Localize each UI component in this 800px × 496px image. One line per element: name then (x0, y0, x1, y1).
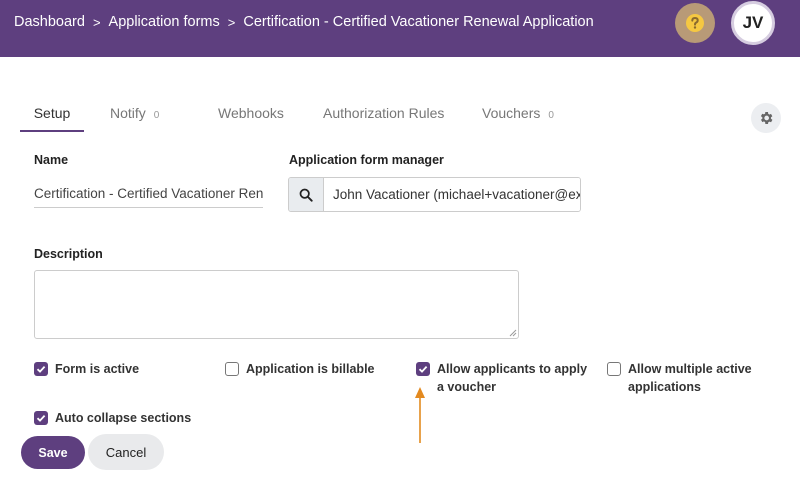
help-button[interactable] (675, 3, 715, 43)
checkbox-auto-collapse-sections[interactable]: Auto collapse sections (34, 409, 191, 427)
checkmark-icon (418, 365, 428, 373)
checkbox-auto-collapse-sections-label: Auto collapse sections (55, 411, 192, 425)
breadcrumb-current-form: Certification - Certified Vacationer Ren… (243, 14, 594, 30)
resize-handle-icon[interactable] (509, 329, 517, 337)
checkbox-allow-voucher[interactable]: Allow applicants to apply a voucher (416, 360, 596, 396)
application-form-manager-field (288, 177, 581, 212)
chevron-right-icon: > (227, 14, 236, 30)
tab-vouchers[interactable]: Vouchers 0 (482, 98, 582, 132)
save-button[interactable]: Save (21, 436, 85, 469)
tab-notify[interactable]: Notify 0 (110, 98, 200, 132)
tab-vouchers-count: 0 (548, 110, 554, 121)
settings-button[interactable] (751, 103, 781, 133)
checkbox-application-is-billable-label: Application is billable (246, 362, 375, 376)
checkbox-unchecked-icon[interactable] (225, 362, 239, 376)
tab-setup-label: Setup (33, 105, 71, 121)
top-navigation-bar: Dashboard > Application forms > Certific… (0, 0, 800, 57)
breadcrumb-application-forms[interactable]: Application forms (109, 14, 220, 30)
tab-setup[interactable]: Setup (20, 98, 84, 132)
annotation-arrow-icon (415, 387, 425, 443)
checkbox-unchecked-icon[interactable] (607, 362, 621, 376)
breadcrumb-dashboard[interactable]: Dashboard (14, 14, 85, 30)
checkbox-form-is-active[interactable]: Form is active (34, 360, 139, 378)
search-icon (299, 188, 313, 202)
checkbox-checked-icon[interactable] (34, 362, 48, 376)
tab-vouchers-label: Vouchers (482, 105, 541, 121)
application-form-manager-input[interactable] (324, 178, 580, 211)
gear-icon (760, 112, 773, 124)
description-label: Description (34, 247, 103, 261)
tab-authorization-rules[interactable]: Authorization Rules (323, 98, 463, 132)
description-textarea[interactable] (34, 270, 519, 339)
name-label: Name (34, 153, 69, 167)
question-circle-icon (686, 14, 704, 32)
tab-webhooks-label: Webhooks (218, 105, 284, 121)
user-avatar[interactable]: JV (731, 1, 775, 45)
application-form-manager-label: Application form manager (289, 153, 444, 167)
tab-notify-label: Notify (110, 105, 146, 121)
checkmark-icon (36, 414, 46, 422)
checkbox-allow-multiple-active[interactable]: Allow multiple active applications (607, 360, 767, 396)
checkbox-form-is-active-label: Form is active (55, 362, 140, 376)
checkmark-icon (36, 365, 46, 373)
tab-notify-count: 0 (153, 110, 160, 121)
cancel-button[interactable]: Cancel (88, 434, 164, 470)
name-input[interactable] (34, 180, 263, 208)
checkbox-checked-icon[interactable] (34, 411, 48, 425)
checkbox-allow-multiple-active-label: Allow multiple active applications (628, 362, 752, 394)
tab-webhooks[interactable]: Webhooks (218, 98, 308, 132)
checkbox-checked-icon[interactable] (416, 362, 430, 376)
chevron-right-icon: > (92, 14, 101, 30)
checkbox-allow-voucher-label: Allow applicants to apply a voucher (437, 362, 588, 394)
breadcrumb: Dashboard > Application forms > Certific… (14, 14, 594, 30)
search-icon-box (289, 178, 324, 211)
tab-authorization-rules-label: Authorization Rules (323, 105, 445, 121)
checkbox-application-is-billable[interactable]: Application is billable (225, 360, 375, 378)
